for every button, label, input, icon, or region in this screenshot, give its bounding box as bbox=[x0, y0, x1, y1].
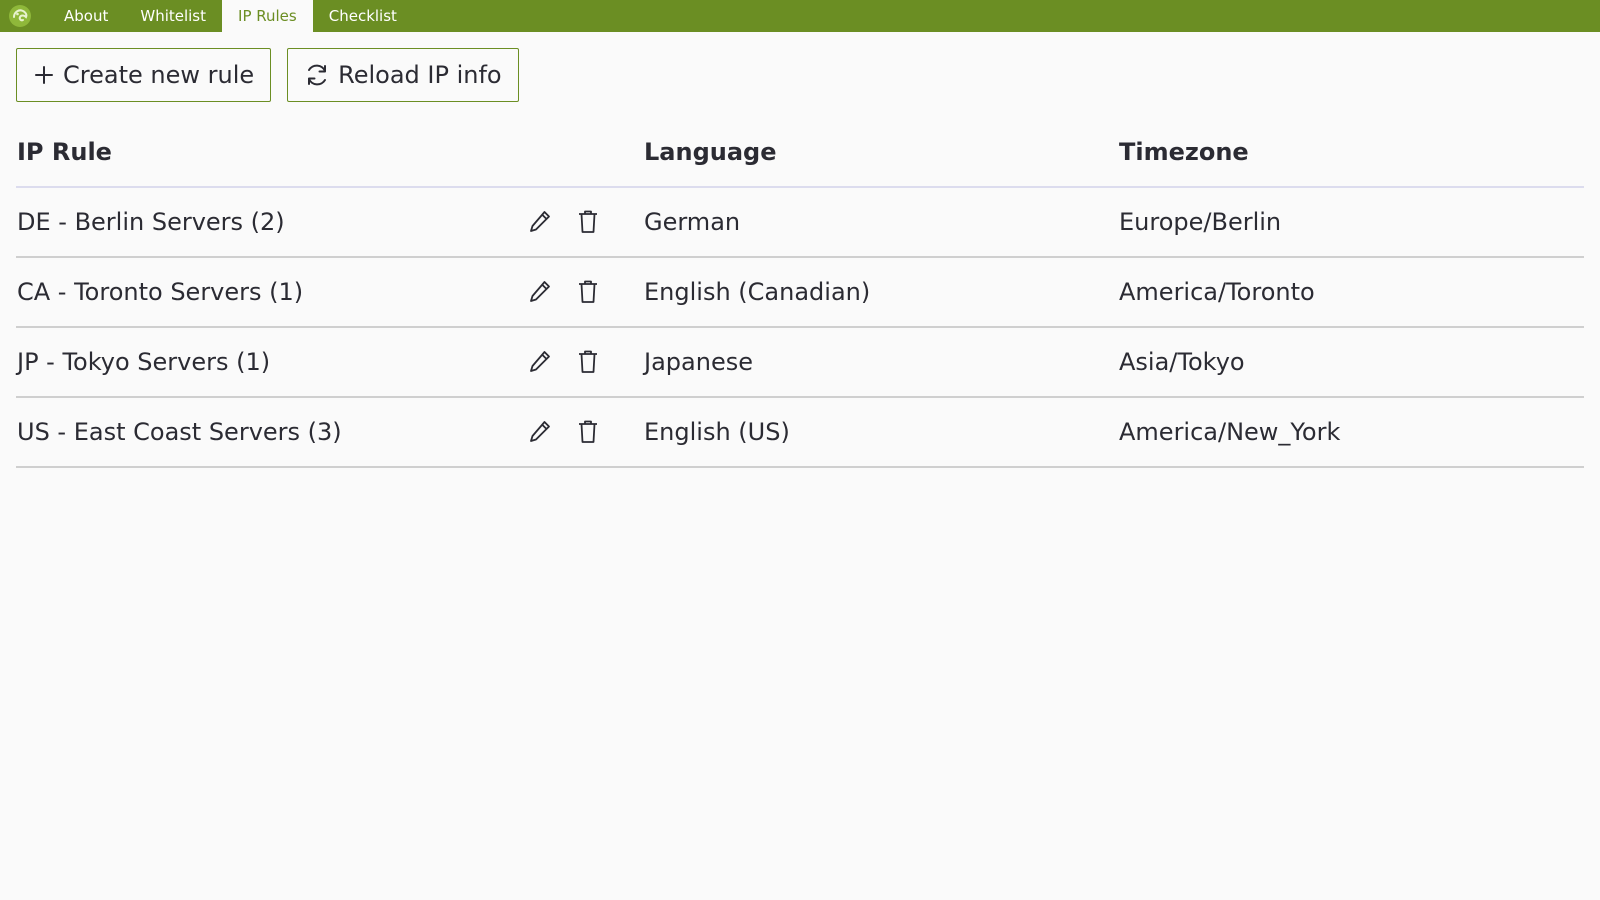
row-actions bbox=[452, 257, 643, 328]
create-new-rule-button[interactable]: Create new rule bbox=[16, 48, 272, 102]
pencil-icon[interactable] bbox=[527, 417, 553, 447]
rule-timezone: America/New_York bbox=[1118, 397, 1584, 468]
pencil-icon[interactable] bbox=[527, 347, 553, 377]
tab-whitelist[interactable]: Whitelist bbox=[124, 0, 222, 32]
reload-ip-info-label: Reload IP info bbox=[338, 61, 502, 89]
rule-language: English (Canadian) bbox=[643, 257, 1118, 328]
rule-name: US - East Coast Servers (3) bbox=[16, 397, 452, 468]
row-actions bbox=[452, 397, 643, 468]
rule-language: German bbox=[643, 187, 1118, 258]
rule-name: DE - Berlin Servers (2) bbox=[16, 187, 452, 258]
pencil-icon[interactable] bbox=[527, 277, 553, 307]
chameleon-logo-icon[interactable] bbox=[7, 0, 33, 32]
top-nav-bar: About Whitelist IP Rules Checklist bbox=[0, 0, 1600, 32]
table-row: US - East Coast Servers (3) English (US)… bbox=[16, 397, 1584, 468]
column-header-language: Language bbox=[643, 118, 1118, 188]
trash-icon[interactable] bbox=[575, 347, 601, 377]
pencil-icon[interactable] bbox=[527, 207, 553, 237]
column-header-actions bbox=[452, 118, 643, 188]
rule-language: Japanese bbox=[643, 327, 1118, 398]
reload-ip-info-button[interactable]: Reload IP info bbox=[287, 48, 519, 102]
rule-language: English (US) bbox=[643, 397, 1118, 468]
tab-ip-rules[interactable]: IP Rules bbox=[222, 0, 313, 32]
rule-name: JP - Tokyo Servers (1) bbox=[16, 327, 452, 398]
table-row: DE - Berlin Servers (2) German Europe/Be… bbox=[16, 187, 1584, 258]
column-header-ip-rule: IP Rule bbox=[16, 118, 452, 188]
rule-timezone: America/Toronto bbox=[1118, 257, 1584, 328]
refresh-icon bbox=[304, 62, 330, 88]
trash-icon[interactable] bbox=[575, 417, 601, 447]
row-actions bbox=[452, 187, 643, 258]
create-new-rule-label: Create new rule bbox=[63, 61, 255, 89]
rule-timezone: Europe/Berlin bbox=[1118, 187, 1584, 258]
tab-about[interactable]: About bbox=[48, 0, 124, 32]
rule-name: CA - Toronto Servers (1) bbox=[16, 257, 452, 328]
table-row: JP - Tokyo Servers (1) Japanese Asia/Tok… bbox=[16, 327, 1584, 398]
column-header-timezone: Timezone bbox=[1118, 118, 1584, 188]
row-actions bbox=[452, 327, 643, 398]
plus-icon bbox=[33, 64, 55, 86]
trash-icon[interactable] bbox=[575, 277, 601, 307]
table-header-row: IP Rule Language Timezone bbox=[16, 118, 1584, 188]
rule-timezone: Asia/Tokyo bbox=[1118, 327, 1584, 398]
tab-checklist[interactable]: Checklist bbox=[313, 0, 413, 32]
ip-rules-table: IP Rule Language Timezone DE - Berlin Se… bbox=[16, 118, 1584, 468]
table-row: CA - Toronto Servers (1) English (Canadi… bbox=[16, 257, 1584, 328]
toolbar: Create new rule Reload IP info bbox=[16, 48, 519, 102]
trash-icon[interactable] bbox=[575, 207, 601, 237]
